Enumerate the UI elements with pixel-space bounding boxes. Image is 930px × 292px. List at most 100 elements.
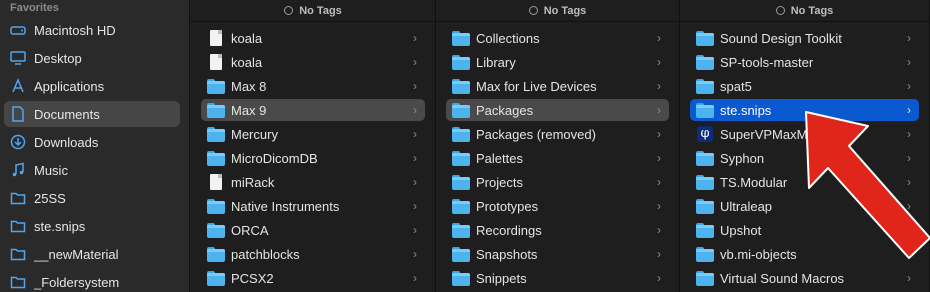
chevron-right-icon: › (413, 175, 417, 189)
chevron-right-icon: › (657, 223, 661, 237)
list-item[interactable]: Projects › (446, 171, 669, 193)
folder-icon (10, 274, 26, 290)
chevron-right-icon: › (907, 247, 911, 261)
list-item[interactable]: Palettes › (446, 147, 669, 169)
tag-filter-label: No Tags (790, 4, 834, 17)
list-item[interactable]: spat5 › (690, 75, 919, 97)
folder-icon (696, 174, 714, 190)
music-icon (10, 162, 26, 178)
list-item[interactable]: vb.mi-objects › (690, 243, 919, 265)
sidebar-item-applications[interactable]: Applications (4, 73, 180, 99)
list-item[interactable]: Prototypes › (446, 195, 669, 217)
chevron-right-icon: › (907, 199, 911, 213)
chevron-right-icon: › (907, 151, 911, 165)
item-label: Syphon (720, 150, 765, 166)
file-icon (207, 30, 225, 46)
chevron-right-icon: › (413, 223, 417, 237)
item-label: Packages (removed) (476, 126, 596, 142)
list-item[interactable]: Recordings › (446, 219, 669, 241)
chevron-right-icon: › (413, 127, 417, 141)
sidebar-item-label: Music (34, 162, 68, 178)
list-item[interactable]: ste.snips › (690, 99, 919, 121)
document-icon (10, 106, 26, 122)
folder-icon (207, 198, 225, 214)
list-item[interactable]: Ultraleap › (690, 195, 919, 217)
folder-icon (696, 30, 714, 46)
list-item[interactable]: Packages (removed) › (446, 123, 669, 145)
list-item[interactable]: Snippets › (446, 267, 669, 289)
chevron-right-icon: › (413, 31, 417, 45)
list-item[interactable]: patchblocks › (201, 243, 425, 265)
item-label: Library (476, 54, 516, 70)
list-item[interactable]: SP-tools-master › (690, 51, 919, 73)
item-label: Snippets (476, 270, 527, 286)
list-item[interactable]: Mercury › (201, 123, 425, 145)
list-item[interactable]: Library › (446, 51, 669, 73)
chevron-right-icon: › (657, 31, 661, 45)
chevron-right-icon: › (657, 151, 661, 165)
item-label: koala (231, 30, 263, 46)
file-icon (207, 174, 225, 190)
sidebar-item-label: Macintosh HD (34, 22, 116, 38)
item-label: Recordings (476, 222, 542, 238)
sidebar-item-documents[interactable]: Documents (4, 101, 180, 127)
sidebar-item-newmaterial[interactable]: __newMaterial (4, 241, 180, 267)
list-item[interactable]: Virtual Sound Macros › (690, 267, 919, 289)
folder-icon (207, 102, 225, 118)
list-item[interactable]: Sound Design Toolkit › (690, 27, 919, 49)
list-item[interactable]: ORCA › (201, 219, 425, 241)
sidebar-item-music[interactable]: Music (4, 157, 180, 183)
list-item[interactable]: Max 8 › (201, 75, 425, 97)
sidebar-item-desktop[interactable]: Desktop (4, 45, 180, 71)
column-3[interactable]: No Tags Sound Design Toolkit › SP-tools-mas… (680, 0, 930, 292)
chevron-right-icon: › (907, 31, 911, 45)
list-item[interactable]: Max 9 › (201, 99, 425, 121)
sidebar-item-ste-snips[interactable]: ste.snips (4, 213, 180, 239)
list-item[interactable]: miRack › (201, 171, 425, 193)
chevron-right-icon: › (657, 79, 661, 93)
item-label: ste.snips (720, 102, 772, 118)
download-icon (10, 134, 26, 150)
sidebar-item-label: Applications (34, 78, 105, 94)
list-item[interactable]: koala › (201, 27, 425, 49)
sidebar-item-downloads[interactable]: Downloads (4, 129, 180, 155)
file-icon (207, 54, 225, 70)
list-item[interactable]: Packages › (446, 99, 669, 121)
list-item[interactable]: Upshot › (690, 219, 919, 241)
chevron-right-icon: › (413, 79, 417, 93)
item-label: miRack (231, 174, 275, 190)
tag-filter[interactable]: No Tags (436, 0, 679, 22)
column-2[interactable]: No Tags Collections › Library › Max for Live … (436, 0, 680, 292)
folder-icon (696, 54, 714, 70)
list-item[interactable]: Max for Live Devices › (446, 75, 669, 97)
list-item[interactable]: Snapshots › (446, 243, 669, 265)
chevron-right-icon: › (657, 103, 661, 117)
list-item[interactable]: φ SuperVPMaxM › (690, 123, 919, 145)
list-item[interactable]: Collections › (446, 27, 669, 49)
sidebar-item-foldersystem[interactable]: _Foldersystem (4, 269, 180, 292)
folder-icon (452, 54, 470, 70)
item-label: Ultraleap (720, 198, 773, 214)
tag-filter[interactable]: No Tags (191, 0, 435, 22)
chevron-right-icon: › (657, 55, 661, 69)
sidebar-item-25ss[interactable]: 25SS (4, 185, 180, 211)
list-item[interactable]: PCSX2 › (201, 267, 425, 289)
folder-icon (452, 102, 470, 118)
tag-filter[interactable]: No Tags (680, 0, 929, 22)
item-label: Virtual Sound Macros (720, 270, 845, 286)
item-label: Prototypes (476, 198, 539, 214)
folder-icon (696, 198, 714, 214)
sidebar-item-label: Desktop (34, 50, 82, 66)
folder-icon (10, 246, 26, 262)
folder-icon (696, 150, 714, 166)
sidebar-item-label: _Foldersystem (34, 274, 120, 290)
list-item[interactable]: TS.Modular › (690, 171, 919, 193)
list-item[interactable]: Native Instruments › (201, 195, 425, 217)
list-item[interactable]: MicroDicomDB › (201, 147, 425, 169)
folder-icon (696, 246, 714, 262)
list-item[interactable]: koala › (201, 51, 425, 73)
list-item[interactable]: Syphon › (690, 147, 919, 169)
chevron-right-icon: › (907, 55, 911, 69)
sidebar-item-macintosh-hd[interactable]: Macintosh HD (4, 17, 180, 43)
column-1[interactable]: No Tags koala › koala › Max 8 › Max 9 › Mercury › M… (191, 0, 436, 292)
